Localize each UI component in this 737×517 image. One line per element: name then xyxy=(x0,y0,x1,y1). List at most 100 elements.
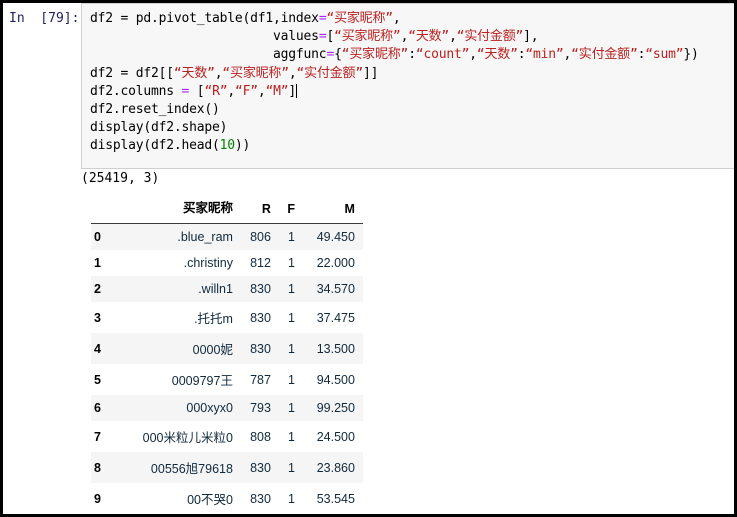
code-string-literal: “天数” xyxy=(173,65,215,81)
cell-f-value: 1 xyxy=(276,421,301,452)
cell-m-value: 22.000 xyxy=(300,250,363,276)
source-code[interactable]: df2 = pd.pivot_table(df1,index = “买家昵称”, v… xyxy=(90,10,730,156)
cell-f-value: 1 xyxy=(276,333,301,364)
code-operator: = xyxy=(326,47,335,63)
table-row: 8 00556旭79618 830 1 23.860 xyxy=(91,452,363,483)
output-shape-text: (25419, 3) xyxy=(81,171,160,186)
cell-f-value: 1 xyxy=(276,302,301,333)
code-text: df2.columns xyxy=(90,83,182,99)
cell-r-value: 830 xyxy=(238,483,277,514)
code-text: df2 = df2[[ xyxy=(90,65,174,81)
code-text: df2.reset_index() xyxy=(90,102,220,118)
cell-f-value: 1 xyxy=(276,395,301,421)
code-text: , xyxy=(392,11,401,26)
dataframe-output: 买家昵称 R F M 0 .blue_ram 806 1 49.450 1 .christi… xyxy=(91,195,363,514)
cell-buyer-nickname: 0000妮 xyxy=(118,333,239,364)
cell-buyer-nickname: 0009797王 xyxy=(118,364,239,395)
cell-r-value: 830 xyxy=(238,302,277,333)
row-index-cell: 1 xyxy=(91,250,119,276)
code-string-literal: “M” xyxy=(265,83,289,99)
code-text: [ xyxy=(326,29,335,45)
code-string-literal: “实付金额” xyxy=(456,29,524,45)
cell-r-value: 830 xyxy=(238,276,277,302)
cell-m-value: 94.500 xyxy=(300,364,363,395)
code-text: { xyxy=(334,47,342,63)
column-header-f: F xyxy=(276,195,301,224)
row-index-cell: 6 xyxy=(91,395,119,421)
code-string-literal: “sum” xyxy=(645,47,684,63)
code-text: , xyxy=(257,83,266,99)
table-row: 7 000米粒儿米粒0 808 1 24.500 xyxy=(91,421,363,452)
code-text: aggfunc xyxy=(90,47,327,63)
code-string-literal: “实付金额” xyxy=(296,65,364,81)
code-text: : xyxy=(408,47,416,63)
code-text: [ xyxy=(189,83,205,99)
cell-buyer-nickname: 000xyx0 xyxy=(118,395,239,421)
cell-r-value: 830 xyxy=(238,333,277,364)
code-string-literal: “count” xyxy=(415,47,470,63)
row-index-cell: 4 xyxy=(91,333,119,364)
table-row: 2 .willn1 830 1 34.570 xyxy=(91,276,363,302)
cell-m-value: 37.475 xyxy=(300,302,363,333)
table-head: 买家昵称 R F M xyxy=(91,195,363,224)
row-index-cell: 2 xyxy=(91,276,119,302)
cell-f-value: 1 xyxy=(276,250,301,276)
code-text: , xyxy=(563,47,572,63)
cell-m-value: 13.500 xyxy=(300,333,363,364)
cell-f-value: 1 xyxy=(276,452,301,483)
code-string-literal: “R” xyxy=(204,83,228,99)
cell-r-value: 812 xyxy=(238,250,277,276)
cell-m-value: 23.860 xyxy=(300,452,363,483)
cell-f-value: 1 xyxy=(276,276,301,302)
row-index-cell: 7 xyxy=(91,421,119,452)
cell-buyer-nickname: .托托m xyxy=(118,302,239,333)
code-text: df2 = pd.pivot_table(df1,index xyxy=(90,11,319,26)
code-text: values xyxy=(90,29,319,45)
cell-r-value: 806 xyxy=(238,223,277,250)
code-text: , xyxy=(449,29,457,45)
code-string-literal: “min” xyxy=(525,47,564,63)
code-string-literal: “买家昵称” xyxy=(326,11,393,26)
column-header-r: R xyxy=(238,195,277,224)
dataframe-table: 买家昵称 R F M 0 .blue_ram 806 1 49.450 1 .christi… xyxy=(91,195,363,514)
column-header-buyer-nickname: 买家昵称 xyxy=(118,195,239,224)
cell-r-value: 808 xyxy=(238,421,277,452)
code-text: , xyxy=(469,47,477,63)
cell-buyer-nickname: 000米粒儿米粒0 xyxy=(118,421,239,452)
text-cursor xyxy=(296,83,298,98)
code-string-literal: “买家昵称” xyxy=(334,29,401,45)
table-row: 1 .christiny 812 1 22.000 xyxy=(91,250,363,276)
code-string-literal: “买家昵称” xyxy=(341,47,409,63)
cell-r-value: 793 xyxy=(238,395,277,421)
code-text: ], xyxy=(523,29,539,45)
column-header-index xyxy=(91,195,119,224)
cell-m-value: 34.570 xyxy=(300,276,363,302)
code-string-literal: “实付金额” xyxy=(571,47,638,63)
code-text: )) xyxy=(234,138,251,154)
table-row: 0 .blue_ram 806 1 49.450 xyxy=(91,223,363,250)
table-row: 6 000xyx0 793 1 99.250 xyxy=(91,395,363,421)
code-string-literal: “买家昵称” xyxy=(222,65,289,81)
table-body: 0 .blue_ram 806 1 49.450 1 .christiny 812 1 22.00… xyxy=(91,223,363,514)
cell-f-value: 1 xyxy=(276,483,301,514)
row-index-cell: 3 xyxy=(91,302,119,333)
table-header-row: 买家昵称 R F M xyxy=(91,195,363,224)
code-text: display(df2.head( xyxy=(90,138,220,154)
cell-m-value: 24.500 xyxy=(300,421,363,452)
code-text: ] xyxy=(288,83,297,99)
code-editor-area[interactable]: df2 = pd.pivot_table(df1,index = “买家昵称”, v… xyxy=(81,3,734,169)
code-text: display(df2.shape) xyxy=(90,120,228,136)
cell-f-value: 1 xyxy=(276,364,301,395)
table-row: 9 00不哭0 830 1 53.545 xyxy=(91,483,363,514)
cell-m-value: 49.450 xyxy=(300,223,363,250)
row-index-cell: 0 xyxy=(91,223,119,250)
notebook-code-cell[interactable]: In [79]: df2 = pd.pivot_table(df1,index =… xyxy=(3,3,734,169)
cell-buyer-nickname: .willn1 xyxy=(118,276,239,302)
code-string-literal: “天数” xyxy=(408,29,450,45)
cell-buyer-nickname: .christiny xyxy=(118,250,239,276)
code-text: , xyxy=(227,83,235,99)
cell-m-value: 99.250 xyxy=(300,395,363,421)
table-row: 3 .托托m 830 1 37.475 xyxy=(91,302,363,333)
row-index-cell: 8 xyxy=(91,452,119,483)
table-row: 4 0000妮 830 1 13.500 xyxy=(91,333,363,364)
